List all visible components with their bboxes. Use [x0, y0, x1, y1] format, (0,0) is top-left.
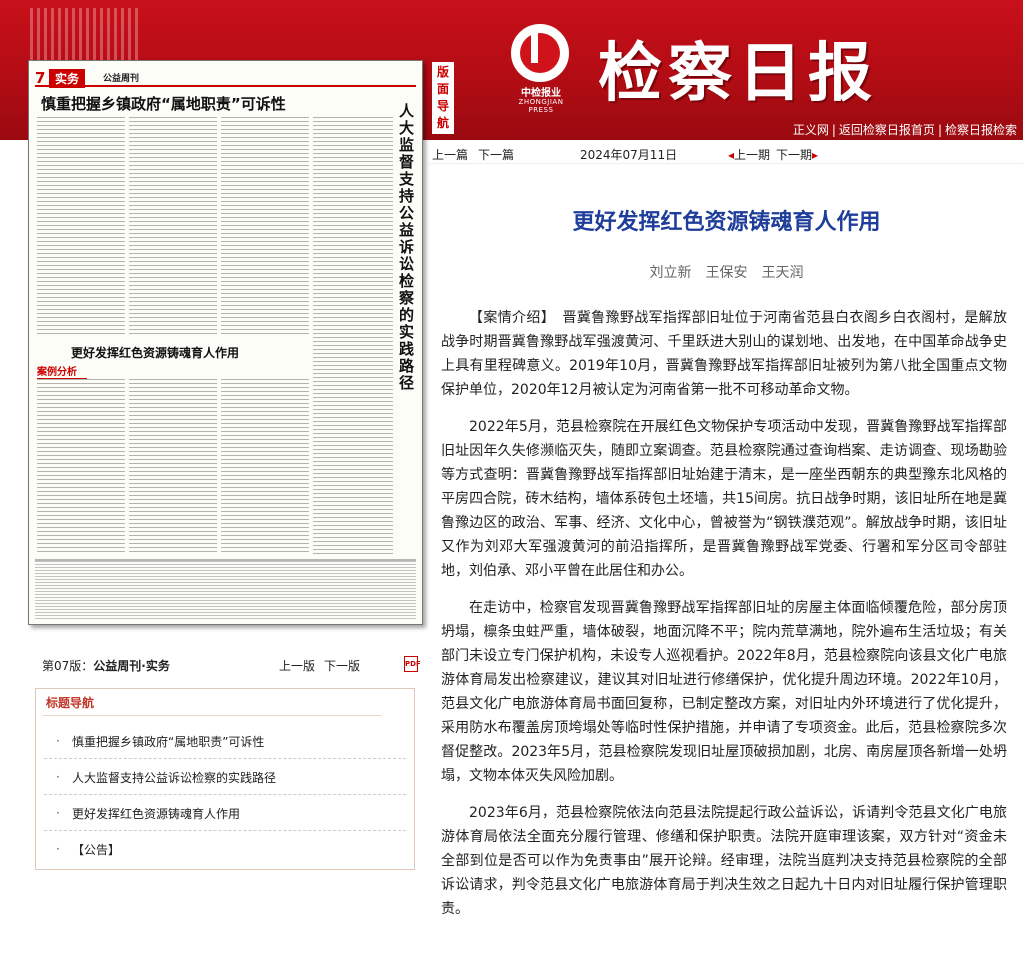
page-scan-thumbnail[interactable]: 7 实务 公益周刊 慎重把握乡镇政府“属地职责”可诉性 人大监督支持公益诉讼检察…: [28, 60, 423, 625]
scan-text-block: [129, 379, 217, 555]
scan-text-block: [37, 117, 125, 337]
next-page-link[interactable]: 下一版: [324, 657, 360, 674]
scan-headline-2[interactable]: 更好发挥红色资源铸魂育人作用: [71, 344, 239, 361]
next-issue-link[interactable]: 下一期▸: [776, 146, 818, 163]
article-authors: 刘立新 王保安 王天润: [649, 265, 804, 281]
layout-nav-tag: 版面导航: [432, 62, 454, 134]
toc-item[interactable]: · 慎重把握乡镇政府“属地职责”可诉性: [36, 723, 414, 759]
scan-page-number: 7: [35, 69, 46, 87]
pdf-icon[interactable]: PDF: [404, 656, 421, 672]
prev-page-link[interactable]: 上一版: [279, 657, 315, 674]
scan-section-tag: 实务: [49, 69, 86, 88]
scan-text-block: [221, 379, 309, 555]
article-navigation-bar: 上一篇 下一篇 2024年07月11日 ◂上一期 下一期▸: [430, 140, 1023, 164]
toc-item-label[interactable]: 慎重把握乡镇政府“属地职责”可诉性: [72, 733, 264, 750]
scan-text-block: [37, 379, 125, 555]
link-zhengyi[interactable]: 正义网: [793, 123, 829, 137]
toc-heading: 标题导航: [46, 696, 95, 710]
toc-item-label[interactable]: 更好发挥红色资源铸魂育人作用: [72, 805, 240, 822]
toc-item-label[interactable]: 【公告】: [72, 841, 120, 858]
scan-text-block: [129, 117, 217, 337]
press-logo[interactable]: 中检报业 ZHONGJIAN PRESS: [505, 24, 577, 114]
toc-item[interactable]: · 更好发挥红色资源铸魂育人作用: [36, 795, 414, 831]
prev-article-link[interactable]: 上一篇: [432, 146, 468, 163]
arrow-right-icon: ▸: [812, 148, 819, 162]
next-article-link[interactable]: 下一篇: [478, 146, 514, 163]
article-paragraph: 2022年5月，范县检察院在开展红色文物保护专项活动中发现，晋冀鲁豫野战军指挥部…: [441, 419, 1007, 579]
article-paragraph: 在走访中，检察官发现晋冀鲁豫野战军指挥部旧址的房屋主体面临倾覆危险，部分房顶坍塌…: [441, 600, 1007, 784]
scan-headline-1[interactable]: 慎重把握乡镇政府“属地职责”可诉性: [41, 93, 286, 114]
scan-text-block: [221, 117, 309, 337]
issue-date: 2024年07月11日: [580, 148, 678, 162]
article-paragraph: 【案情介绍】 晋冀鲁豫野战军指挥部旧址位于河南省范县白衣阁乡白衣阁村，是解放战争…: [441, 310, 1007, 398]
toc-item[interactable]: · 【公告】: [36, 831, 414, 867]
scan-text-block: [313, 117, 393, 557]
page-name: 公益周刊·实务: [93, 659, 170, 673]
newspaper-masthead: 检察日报: [598, 36, 878, 111]
prev-issue-link[interactable]: ◂上一期: [728, 146, 770, 163]
press-name-cn: 中检报业: [521, 88, 561, 99]
page-label: 第07版：: [42, 659, 94, 673]
scan-page-header: 7 实务 公益周刊: [35, 69, 416, 88]
article-paragraph: 2023年6月，范县检察院依法向范县法院提起行政公益诉讼，诉请判令范县文化广电旅…: [441, 805, 1007, 917]
scan-case-label: 案例分析: [37, 363, 87, 379]
article-body: 【案情介绍】 晋冀鲁豫野战军指挥部旧址位于河南省范县白衣阁乡白衣阁村，是解放战争…: [441, 306, 1007, 934]
link-search[interactable]: 检察日报检索: [945, 123, 1017, 137]
scan-notice-block: [35, 559, 416, 619]
title-navigation: 标题导航 · 慎重把握乡镇政府“属地职责”可诉性 · 人大监督支持公益诉讼检察的…: [35, 688, 415, 870]
page-navigation: 第07版：公益周刊·实务 上一版 下一版 PDF: [42, 656, 422, 675]
logo-emblem-icon: [511, 24, 569, 82]
link-home[interactable]: 返回检察日报首页: [839, 123, 935, 137]
building-silhouette: [30, 8, 140, 68]
toc-item-label[interactable]: 人大监督支持公益诉讼检察的实践路径: [72, 769, 276, 786]
press-name-en: ZHONGJIAN PRESS: [518, 98, 564, 114]
header-links: 正义网 | 返回检察日报首页 | 检察日报检索: [792, 123, 1017, 137]
toc-item[interactable]: · 人大监督支持公益诉讼检察的实践路径: [36, 759, 414, 795]
article-title: 更好发挥红色资源铸魂育人作用: [572, 210, 881, 235]
scan-headline-vertical[interactable]: 人大监督支持公益诉讼检察的实践路径: [399, 103, 417, 392]
scan-column-name: 公益周刊: [103, 74, 140, 84]
